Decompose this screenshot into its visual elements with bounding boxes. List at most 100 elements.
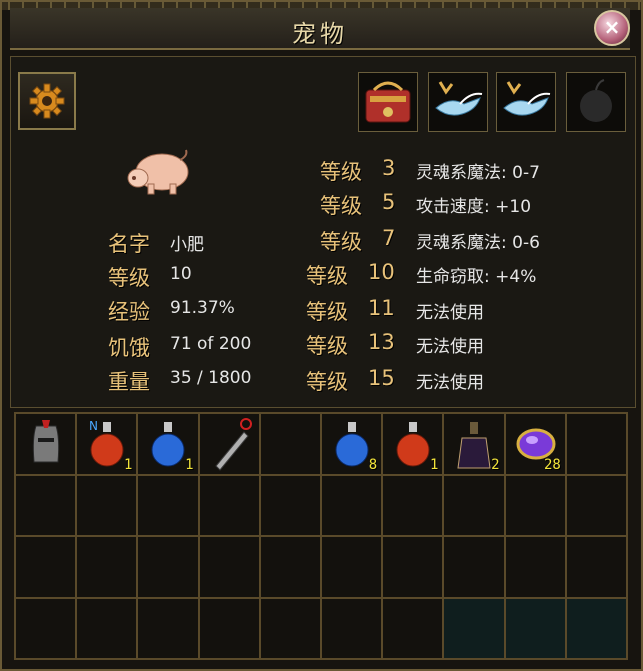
stat-exp-label: 经验 bbox=[108, 300, 150, 324]
level-skill: 无法使用 bbox=[416, 337, 484, 357]
inventory-slot[interactable] bbox=[382, 536, 444, 598]
item-quantity: 1 bbox=[429, 456, 439, 473]
level-number: 3 bbox=[382, 156, 396, 180]
inventory-slot[interactable] bbox=[565, 474, 627, 536]
stat-level-value: 10 bbox=[170, 264, 192, 284]
red-saddle-icon bbox=[365, 81, 411, 123]
item-quantity: 8 bbox=[368, 456, 378, 473]
stat-name-value: 小肥 bbox=[170, 235, 204, 255]
inventory-slot[interactable] bbox=[137, 474, 199, 536]
equip-slot-saddle[interactable] bbox=[358, 72, 418, 132]
stat-weight-label: 重量 bbox=[108, 370, 150, 394]
inventory-slot[interactable] bbox=[198, 536, 260, 598]
helmet-icon bbox=[32, 420, 60, 463]
inventory-slot[interactable] bbox=[15, 536, 77, 598]
inventory-slot[interactable]: 1 bbox=[137, 413, 199, 475]
window-title: 宠物 bbox=[292, 20, 348, 48]
stat-hunger-value: 71 of 200 bbox=[170, 334, 252, 354]
blue-potion-icon bbox=[151, 422, 185, 467]
inventory-slot[interactable]: 2 bbox=[443, 413, 505, 475]
equip-slot-boots-2[interactable] bbox=[496, 72, 556, 132]
equip-slot-food[interactable] bbox=[566, 72, 626, 132]
close-button[interactable]: × bbox=[594, 10, 630, 46]
inventory-slot[interactable] bbox=[443, 597, 505, 659]
pet-pig-image bbox=[127, 149, 189, 195]
level-skill: 无法使用 bbox=[416, 373, 484, 393]
inventory-slot[interactable] bbox=[259, 536, 321, 598]
level-label: 等级 bbox=[320, 194, 362, 218]
inventory-grid: N 1 1 8 1 2 28 bbox=[14, 412, 628, 660]
inventory-slot[interactable] bbox=[259, 413, 321, 475]
inventory-slot[interactable] bbox=[259, 597, 321, 659]
inventory-slot[interactable] bbox=[137, 536, 199, 598]
level-label: 等级 bbox=[306, 370, 348, 394]
inventory-slot[interactable]: 1 bbox=[382, 413, 444, 475]
inventory-slot[interactable]: 8 bbox=[321, 413, 383, 475]
level-skill: 生命窃取: +4% bbox=[416, 267, 537, 287]
level-label: 等级 bbox=[320, 160, 362, 184]
inventory-slot[interactable] bbox=[321, 536, 383, 598]
inventory-slot[interactable]: 28 bbox=[504, 413, 566, 475]
inventory-slot[interactable] bbox=[76, 536, 138, 598]
level-number: 11 bbox=[368, 296, 395, 320]
equip-slot-boots-1[interactable] bbox=[428, 72, 488, 132]
stat-exp-value: 91.37% bbox=[170, 298, 235, 318]
level-skill: 无法使用 bbox=[416, 303, 484, 323]
item-quantity: 1 bbox=[185, 456, 194, 473]
level-number: 13 bbox=[368, 330, 395, 354]
inventory-slot[interactable] bbox=[15, 413, 77, 475]
stat-hunger-label: 饥饿 bbox=[108, 336, 150, 360]
inventory-slot[interactable] bbox=[504, 474, 566, 536]
red-potion-icon bbox=[396, 422, 430, 467]
level-label: 等级 bbox=[320, 230, 362, 254]
winged-boots-icon bbox=[503, 81, 551, 116]
level-skill: 灵魂系魔法: 0-6 bbox=[416, 233, 540, 253]
red-potion-icon: N bbox=[89, 419, 124, 467]
inventory-slot[interactable] bbox=[198, 597, 260, 659]
settings-button[interactable] bbox=[18, 72, 76, 130]
level-skill: 攻击速度: +10 bbox=[416, 197, 532, 217]
inventory-slot[interactable] bbox=[565, 597, 627, 659]
inventory-slot[interactable] bbox=[504, 597, 566, 659]
level-number: 15 bbox=[368, 366, 395, 390]
inventory-slot[interactable] bbox=[198, 413, 260, 475]
level-label: 等级 bbox=[306, 300, 348, 324]
winged-boots-icon bbox=[435, 81, 483, 116]
stat-weight-value: 35 / 1800 bbox=[170, 368, 252, 388]
inventory-slot[interactable] bbox=[321, 474, 383, 536]
inventory-slot[interactable] bbox=[198, 474, 260, 536]
inventory-slot[interactable] bbox=[137, 597, 199, 659]
stat-name-label: 名字 bbox=[108, 232, 150, 256]
level-label: 等级 bbox=[306, 334, 348, 358]
inventory-slot[interactable] bbox=[15, 597, 77, 659]
inventory-slot[interactable] bbox=[321, 597, 383, 659]
inventory-slot[interactable] bbox=[382, 597, 444, 659]
inventory-slot[interactable] bbox=[382, 474, 444, 536]
level-number: 10 bbox=[368, 260, 395, 284]
inventory-slot[interactable] bbox=[443, 474, 505, 536]
inventory-slot[interactable] bbox=[76, 474, 138, 536]
item-quantity: 28 bbox=[543, 456, 561, 473]
level-number: 5 bbox=[382, 190, 396, 214]
inventory-slot[interactable] bbox=[259, 474, 321, 536]
empty-apple-slot-icon bbox=[580, 79, 612, 122]
sword-icon bbox=[214, 418, 252, 471]
inventory-slot[interactable]: N 1 bbox=[76, 413, 138, 475]
level-label: 等级 bbox=[306, 264, 348, 288]
svg-text:N: N bbox=[89, 419, 98, 433]
level-number: 7 bbox=[382, 226, 396, 250]
gear-icon bbox=[29, 83, 65, 119]
blue-potion-icon bbox=[335, 422, 369, 467]
title-bar[interactable]: 宠物 bbox=[10, 8, 630, 50]
inventory-slot[interactable] bbox=[565, 536, 627, 598]
inventory-slot[interactable] bbox=[504, 536, 566, 598]
inventory-slot[interactable] bbox=[565, 413, 627, 475]
inventory-slot[interactable] bbox=[443, 536, 505, 598]
item-quantity: 1 bbox=[123, 456, 133, 473]
inventory-slot[interactable] bbox=[15, 474, 77, 536]
item-quantity: 2 bbox=[491, 456, 500, 473]
level-skill: 灵魂系魔法: 0-7 bbox=[416, 163, 540, 183]
inventory-slot[interactable] bbox=[76, 597, 138, 659]
dark-potion-icon bbox=[457, 422, 491, 469]
stat-level-label: 等级 bbox=[108, 266, 150, 290]
